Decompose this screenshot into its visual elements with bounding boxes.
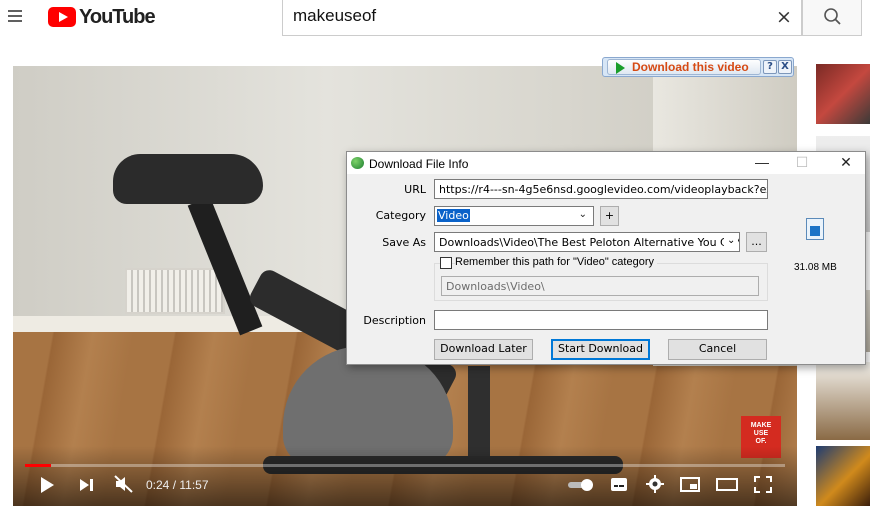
mute-icon[interactable] [114,475,134,493]
download-later-button[interactable]: Download Later [434,339,533,360]
theater-mode-icon[interactable] [716,477,738,492]
close-dialog-button[interactable]: ✕ [833,154,859,172]
download-this-video-label: Download this video [632,60,749,74]
download-arrow-icon [616,62,625,74]
search-icon [824,8,841,25]
description-label: Description [363,314,426,327]
logo-text: YouTube [79,5,156,28]
search-input[interactable]: makeuseof [282,0,802,36]
close-icon[interactable]: X [778,60,792,74]
fullscreen-icon[interactable] [754,476,772,493]
progress-bar[interactable] [25,464,785,467]
miniplayer-icon[interactable] [680,477,700,492]
file-size: 31.08 MB [794,262,837,273]
save-as-label: Save As [382,236,426,249]
remember-path-checkbox[interactable] [440,257,452,269]
description-input[interactable] [434,310,768,330]
video-file-icon [806,218,824,240]
remember-path-label: Remember this path for "Video" category [455,256,657,268]
maximize-button: ☐ [795,154,809,170]
autoplay-toggle-icon[interactable] [567,478,595,492]
start-download-button[interactable]: Start Download [551,339,650,360]
progress-fill [25,464,51,467]
chevron-down-icon[interactable]: ⌄ [724,235,739,246]
recommended-video-thumbnail[interactable] [816,362,870,440]
add-category-button[interactable]: + [600,206,619,226]
browse-button[interactable]: ... [746,232,767,252]
watermark-line-2: USE [753,430,769,437]
idm-download-panel: Download this video ? X [602,57,794,77]
settings-gear-icon[interactable] [646,475,664,493]
play-icon[interactable] [39,476,55,494]
bike-seat [113,154,263,204]
recommended-video-thumbnail[interactable] [816,446,870,506]
save-as-select[interactable]: Downloads\Video\The Best Peloton Alterna… [434,232,740,252]
help-icon[interactable]: ? [763,60,777,74]
menu-icon[interactable] [8,10,22,22]
category-select[interactable]: Video ⌄ [434,206,594,226]
time-display: 0:24 / 11:57 [146,478,209,492]
save-as-path: Downloads\Video\The Best Peloton Alterna… [439,236,739,249]
search-button[interactable] [802,0,862,36]
url-label: URL [404,183,426,196]
url-field[interactable]: https://r4---sn-4g5e6nsd.googlevideo.com… [434,179,768,199]
watermark-line-1: MAKE [750,422,772,429]
dialog-title: Download File Info [369,157,469,171]
youtube-play-logo-icon [48,7,76,27]
youtube-logo[interactable]: YouTube [48,5,156,28]
youtube-header: YouTube makeuseof × [0,0,870,44]
video-frame-vent [125,268,225,314]
dialog-titlebar[interactable]: Download File Info — ☐ ✕ [347,152,865,174]
subtitles-icon[interactable] [610,477,628,492]
search-query: makeuseof [293,6,377,25]
recommended-video-thumbnail[interactable] [816,64,870,124]
next-icon[interactable] [79,478,95,492]
minimize-button[interactable]: — [749,154,775,172]
watermark-line-3: OF. [755,438,767,445]
clear-search-icon[interactable]: × [776,6,792,28]
download-this-video-button[interactable]: Download this video [607,59,761,75]
chevron-down-icon: ⌄ [578,209,587,220]
idm-globe-icon [351,157,364,169]
cancel-button[interactable]: Cancel [668,339,767,360]
category-selected-value: Video [437,209,470,222]
category-path-field: Downloads\Video\ [441,276,759,296]
category-label: Category [375,209,426,222]
